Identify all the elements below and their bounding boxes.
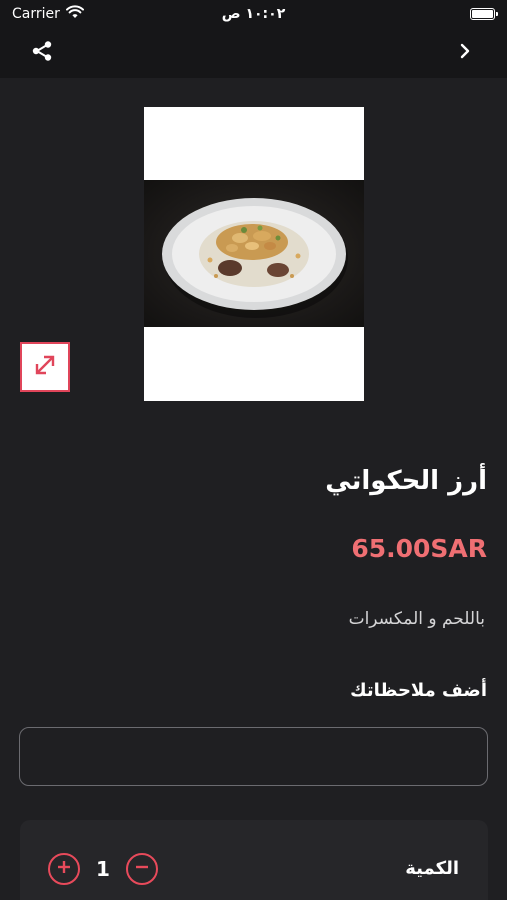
increase-quantity-button[interactable]	[48, 853, 80, 885]
quantity-card: الكمية 1	[20, 820, 488, 900]
status-left: Carrier	[12, 5, 84, 23]
product-price: 65.00SAR	[351, 534, 487, 563]
carrier-label: Carrier	[12, 6, 60, 22]
quantity-value: 1	[96, 857, 110, 881]
minus-icon	[134, 859, 150, 879]
status-bar: Carrier ١٠:٠٢ ص	[0, 0, 507, 28]
decrease-quantity-button[interactable]	[126, 853, 158, 885]
share-button[interactable]	[26, 37, 58, 69]
nav-bar	[0, 28, 507, 78]
share-icon	[30, 39, 54, 67]
quantity-stepper: 1	[48, 853, 158, 885]
back-button[interactable]	[449, 37, 481, 69]
product-image[interactable]	[144, 107, 364, 401]
notes-input[interactable]	[19, 727, 488, 786]
wifi-icon	[65, 5, 84, 23]
expand-image-button[interactable]	[20, 342, 70, 392]
battery-icon	[470, 8, 498, 20]
product-title: أرز الحكواتي	[325, 466, 487, 496]
plus-icon	[56, 859, 72, 879]
chevron-right-icon	[458, 43, 472, 63]
product-description: باللحم و المكسرات	[348, 609, 485, 629]
notes-label: أضف ملاحظاتك	[350, 680, 487, 701]
expand-arrows-icon	[32, 352, 58, 382]
product-photo	[144, 180, 364, 327]
quantity-label: الكمية	[405, 858, 459, 879]
